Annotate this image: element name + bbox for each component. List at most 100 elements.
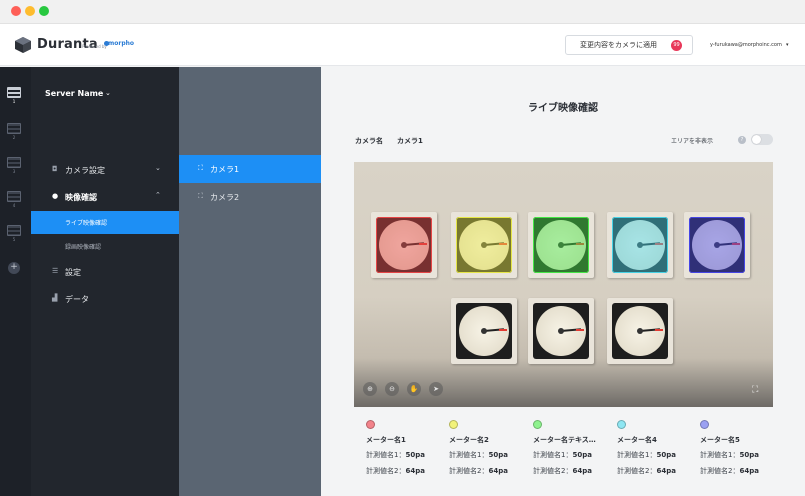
meter-value-row-2: 計測値名2：64pa [700,466,782,476]
chevron-down-icon[interactable]: ▾ [786,42,789,48]
meter-value-row-2: 計測値名2：64pa [617,466,699,476]
pending-changes-badge: 99 [671,40,682,51]
server-number: 2 [12,135,16,140]
play-circle-icon: ● [52,192,59,200]
server-rail-item-5[interactable]: 5 [7,225,23,242]
gauge-panel [451,212,517,278]
gauge-bezel [612,217,668,273]
server-icon [7,123,21,134]
server-rail-item-4[interactable]: 4 [7,191,23,208]
apply-to-camera-button[interactable]: 変更内容をカメラに適用 99 [565,35,693,55]
gauge-face [536,306,586,356]
camera-list-item-1[interactable]: ⛶ カメラ1 [179,155,321,183]
meter-legend-item[interactable]: メーター名4 計測値名1：50pa 計測値名2：64pa [617,420,699,476]
server-icon [7,87,21,98]
meter-value-row-1: 計測値名1：50pa [617,450,699,460]
pointer-icon[interactable]: ➤ [429,382,443,396]
zoom-out-icon[interactable]: ⊖ [385,382,399,396]
camera-name-value: カメラ1 [397,137,423,145]
meter-legend-item[interactable]: メーター名テキス… 計測値名1：50pa 計測値名2：64pa [533,420,615,476]
gauge-bezel [376,217,432,273]
meter-value-row-2: 計測値名2：64pa [366,466,448,476]
camera-list-item-2[interactable]: ⛶ カメラ2 [179,183,321,211]
sidebar-item-data[interactable]: ▟ データ [31,288,179,310]
gauge-red-mark [499,329,507,331]
gauge-red-mark [655,329,663,331]
server-number: 4 [12,203,16,208]
meter-legend-item[interactable]: メーター名2 計測値名1：50pa 計測値名2：64pa [449,420,531,476]
minimize-window-button[interactable] [25,6,35,16]
measure-label: 計測値名2： [617,467,657,475]
toggle-knob [752,135,761,144]
measure-value: 50pa [656,451,676,459]
meter-area-highlight[interactable] [612,217,668,273]
user-account-menu[interactable]: y-furukawa@morphoinc.com [710,42,782,48]
server-number: 1 [12,99,16,104]
sidebar-nav: Server Name ⌄ ◘ カメラ設定 ⌄ ● 映像確認 ⌃ ライブ映像確認… [31,67,179,496]
meter-legend-item[interactable]: メーター名5 計測値名1：50pa 計測値名2：64pa [700,420,782,476]
zoom-in-icon[interactable]: ⊕ [363,382,377,396]
server-rail-item-1[interactable]: 1 [7,87,23,104]
server-number: 3 [12,169,16,174]
server-rail: 1 2 3 4 5 + [0,67,31,496]
sidebar-item-camera-settings[interactable]: ◘ カメラ設定 ⌄ [31,159,179,181]
server-number: 5 [12,237,16,242]
gauge-bezel [456,303,512,359]
fullscreen-icon[interactable]: ⛶ [752,386,761,395]
sidebar-item-live-check[interactable]: ライブ映像確認 [31,211,179,234]
measure-label: 計測値名2： [449,467,489,475]
gauge-panel [607,212,673,278]
sidebar-item-video-check[interactable]: ● 映像確認 ⌃ [31,186,179,208]
meter-area-highlight[interactable] [456,217,512,273]
meter-legend-item[interactable]: メーター名1 計測値名1：50pa 計測値名2：64pa [366,420,448,476]
measure-value: 50pa [572,451,592,459]
sidebar-item-label: 映像確認 [65,193,97,202]
server-icon [7,225,21,236]
help-icon[interactable]: ? [738,136,746,144]
gauge-face [459,306,509,356]
measure-value: 50pa [488,451,508,459]
close-window-button[interactable] [11,6,21,16]
server-rail-item-3[interactable]: 3 [7,157,23,174]
meter-value-row-1: 計測値名1：50pa [449,450,531,460]
meter-color-dot [617,420,626,429]
meter-area-highlight[interactable] [376,217,432,273]
camera-name-label: カメラ名 [355,137,383,145]
measure-label: 計測値名2： [533,467,573,475]
camera-list-label: カメラ1 [210,165,240,174]
measure-label: 計測値名1： [366,451,406,459]
hand-icon[interactable]: ✋ [407,382,421,396]
measure-label: 計測値名2： [700,467,740,475]
sliders-icon: ☰ [52,267,59,275]
live-video-view[interactable]: ⊕ ⊖ ✋ ➤ ⛶ [354,162,773,407]
server-name-dropdown[interactable]: Server Name [45,89,103,98]
server-icon [7,191,21,202]
meter-name: メーター名5 [700,436,740,444]
produced-by-text: Produced by [82,44,107,49]
window-titlebar [0,0,805,24]
measure-value: 64pa [739,467,759,475]
sidebar-item-label: ライブ映像確認 [65,220,108,227]
maximize-window-button[interactable] [39,6,49,16]
sidebar-item-recorded-check[interactable]: 録画映像確認 [31,235,179,258]
camera-list: ⛶ カメラ1 ⛶ カメラ2 [179,67,321,496]
measure-value: 64pa [656,467,676,475]
sidebar-item-settings[interactable]: ☰ 設定 [31,261,179,283]
meter-area-highlight[interactable] [533,217,589,273]
measure-label: 計測値名1： [449,451,489,459]
gauge-bezel [533,303,589,359]
chevron-down-icon[interactable]: ⌄ [105,89,111,97]
meter-value-row-1: 計測値名1：50pa [366,450,448,460]
meter-name: メーター名テキス… [533,436,596,444]
page-title: ライブ映像確認 [528,103,598,114]
gauge-panel [607,298,673,364]
meter-area-highlight[interactable] [689,217,745,273]
server-rail-item-2[interactable]: 2 [7,123,23,140]
meter-value-row-2: 計測値名2：64pa [449,466,531,476]
gauge-bezel [533,217,589,273]
brand-text: morpho [108,40,135,47]
camera-icon: ⛶ [198,164,203,172]
add-server-button[interactable]: + [8,262,20,274]
gauge-bezel [612,303,668,359]
area-hide-toggle[interactable] [751,134,773,145]
